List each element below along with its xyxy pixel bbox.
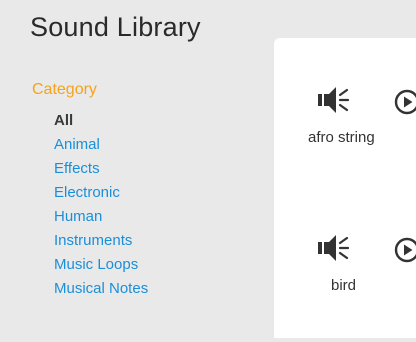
sound-name: bird xyxy=(331,277,357,294)
speaker-icon[interactable] xyxy=(316,84,350,116)
category-item-all[interactable]: All xyxy=(54,109,148,133)
category-heading: Category xyxy=(32,81,97,98)
sound-item-bird[interactable]: bird xyxy=(274,232,416,342)
play-icon[interactable] xyxy=(394,89,416,115)
play-icon[interactable] xyxy=(394,237,416,263)
category-item-music-loops[interactable]: Music Loops xyxy=(54,253,148,277)
category-list: All Animal Effects Electronic Human Inst… xyxy=(54,109,148,301)
category-item-electronic[interactable]: Electronic xyxy=(54,181,148,205)
category-sidebar: Category All Animal Effects Electronic H… xyxy=(0,74,270,334)
page-title: Sound Library xyxy=(30,12,201,42)
sound-item-afro-string[interactable]: afro string xyxy=(274,84,416,194)
sound-grid: afro string bird xyxy=(274,38,416,338)
sound-name: afro string xyxy=(308,129,375,146)
category-item-instruments[interactable]: Instruments xyxy=(54,229,148,253)
speaker-icon[interactable] xyxy=(316,232,350,264)
category-item-effects[interactable]: Effects xyxy=(54,157,148,181)
category-item-human[interactable]: Human xyxy=(54,205,148,229)
category-item-musical-notes[interactable]: Musical Notes xyxy=(54,277,148,301)
category-item-animal[interactable]: Animal xyxy=(54,133,148,157)
